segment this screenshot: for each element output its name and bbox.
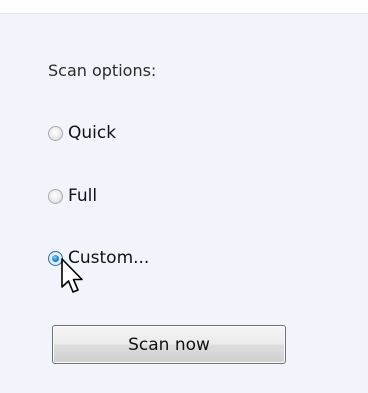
radio-label-full: Full [68, 186, 98, 206]
radio-label-quick: Quick [68, 123, 117, 143]
radio-selected-dot [52, 254, 59, 262]
radio-button-full[interactable] [48, 188, 63, 204]
radio-option-full[interactable]: Full [48, 184, 97, 208]
radio-option-quick[interactable]: Quick [48, 121, 116, 145]
scan-now-button[interactable]: Scan now [52, 325, 286, 364]
top-strip [0, 0, 368, 13]
mouse-pointer-icon [61, 258, 83, 293]
radio-button-quick[interactable] [48, 125, 63, 141]
scan-options-heading: Scan options: [48, 61, 157, 80]
